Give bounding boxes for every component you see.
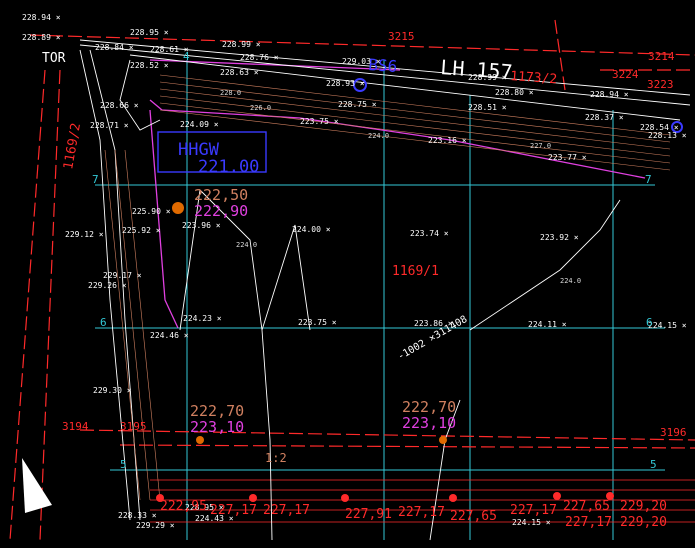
contour-label: 224.0 (560, 277, 581, 285)
spot-height-label: 229.17 × (103, 271, 142, 280)
line-ratio-label: 1:2 (265, 451, 287, 465)
spot-height-label: 223.16 × (428, 136, 467, 145)
bottom-elevation-label: 229,20 (620, 499, 667, 514)
grid-number-label: 5 (650, 458, 657, 471)
spot-height-label: 228.71 × (90, 121, 129, 130)
parcel-3195: 3195 (120, 420, 147, 433)
grid-number-label: 7 (92, 173, 99, 186)
spot-height-label: 224.11 × (528, 320, 567, 329)
spot-height-label: 225.92 × (122, 226, 161, 235)
spot-height-label: 229.29 × (136, 521, 175, 530)
bottom-elevation-label: 227,91 (345, 507, 392, 522)
contour-label: 224.0 (368, 132, 389, 140)
parcel-top-num: 3215 (388, 30, 415, 43)
elevation-c-bottom: 223,10 (402, 414, 456, 432)
elevation-b-bottom: 223,10 (190, 418, 244, 436)
spot-height-label: 228.37 × (585, 113, 624, 122)
spot-height-label: 228.95 × (130, 28, 169, 37)
spot-height-label: 223.92 × (540, 233, 579, 242)
bottom-elevation-label: 227,17 (510, 503, 557, 518)
grid-number-label: 6 (646, 316, 653, 329)
cad-drawing-canvas[interactable]: TOR LH 157 BS6 1173/2 3215 3214 3224 322… (0, 0, 695, 548)
spot-height-label: 223.86 × (414, 319, 453, 328)
bottom-elevation-label: 227,65 (450, 509, 497, 524)
spot-height-label: 228.51 × (468, 103, 507, 112)
grid-number-label: 4 (183, 50, 190, 63)
contour-label: 224.0 (236, 241, 257, 249)
spot-height-label: 228.66 × (100, 101, 139, 110)
parcel-right-3: 3223 (647, 78, 674, 91)
spot-height-label: 224.15 × (648, 321, 687, 330)
spot-height-label: 223.74 × (410, 229, 449, 238)
contour-label: 226.0 (250, 104, 271, 112)
spot-height-label: 224.23 × (183, 314, 222, 323)
spot-height-label: 223.75 × (298, 318, 337, 327)
spot-height-label: 228.75 × (338, 100, 377, 109)
bottom-elevation-label: 227,17 (210, 503, 257, 518)
spot-height-label: 229.30 × (93, 386, 132, 395)
spot-height-label: 224.46 × (150, 331, 189, 340)
spot-height-label: 228.33 × (118, 511, 157, 520)
bottom-elevation-label: 227,65 (563, 499, 610, 514)
spot-height-label: 223.77 × (548, 153, 587, 162)
bottom-elevation-label: 229,20 (620, 515, 667, 530)
parcel-main-label: 1169/1 (392, 264, 439, 279)
spot-height-label: 229.12 × (65, 230, 104, 239)
spot-height-label: 224.15 × (512, 518, 551, 527)
bottom-elevation-label: 227,17 (565, 515, 612, 530)
parcel-right-2: 3224 (612, 68, 639, 81)
spot-height-label: 228.63 × (220, 68, 259, 77)
elevation-a-bottom: 222,90 (194, 202, 248, 220)
parcel-3194: 3194 (62, 420, 89, 433)
grid-number-label: 7 (645, 173, 652, 186)
spot-height-label: 224.09 × (180, 120, 219, 129)
spot-height-label: 224.00 × (292, 225, 331, 234)
spot-height-label: 223.96 × (182, 221, 221, 230)
hhgw-value: 221.00 (198, 157, 259, 177)
spot-height-label: 228.89 × (22, 33, 61, 42)
grid-number-label: 5 (120, 458, 127, 471)
spot-height-label: 228.93 × (326, 79, 365, 88)
tor-label: TOR (42, 51, 66, 66)
bottom-elevation-label: 227,17 (263, 503, 310, 518)
bottom-elevation-label: 227,17 (398, 505, 445, 520)
spot-height-label: 223.75 × (300, 117, 339, 126)
grid-number-label: 6 (100, 316, 107, 329)
spot-height-label: 228.80 × (495, 88, 534, 97)
spot-height-label: 228.76 × (240, 53, 279, 62)
spot-height-label: 228.84 × (95, 43, 134, 52)
contour-label: 228.0 (220, 89, 241, 97)
spot-height-label: 228.52 × (130, 61, 169, 70)
parcel-right-1: 3214 (648, 50, 675, 63)
parcel-3196: 3196 (660, 426, 687, 439)
spot-height-label: 229.26 × (88, 281, 127, 290)
spot-height-label: 229.03 × (342, 57, 381, 66)
spot-height-label: 225.90 × (132, 207, 171, 216)
spot-height-label: 228.99 × (222, 40, 261, 49)
spot-height-label: 228.94 × (22, 13, 61, 22)
spot-height-label: 228.99 × (468, 73, 507, 82)
spot-height-label: 228.94 × (590, 90, 629, 99)
bottom-elevation-label: 222,95 (160, 499, 207, 514)
spot-height-label: 228.13 × (648, 131, 687, 140)
contour-label: 227.0 (530, 142, 551, 150)
